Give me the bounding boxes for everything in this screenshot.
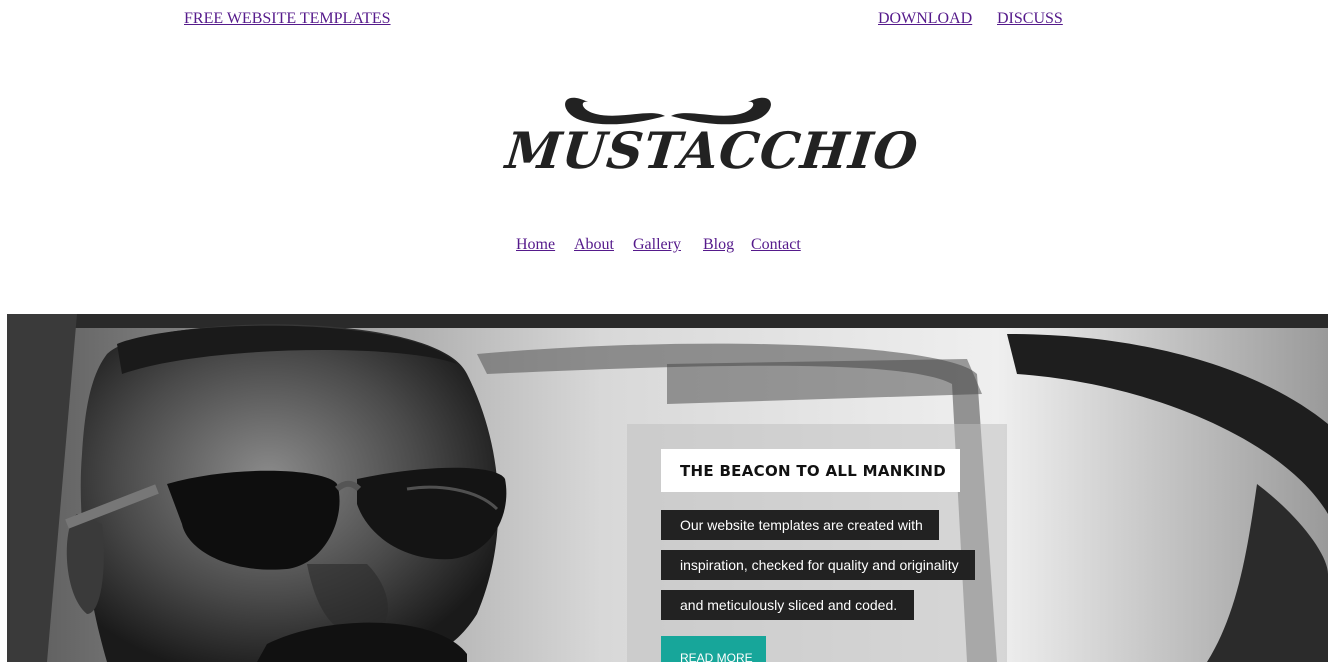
nav-item-home[interactable]: Home xyxy=(516,236,555,254)
free-website-templates-link[interactable]: FREE WEBSITE TEMPLATES xyxy=(184,10,391,28)
nav-item-contact[interactable]: Contact xyxy=(751,236,801,254)
logo-wordmark: MUSTACCHIO xyxy=(502,121,922,180)
nav-item-gallery[interactable]: Gallery xyxy=(633,236,681,254)
hero-text-line: Our website templates are created with xyxy=(661,510,939,540)
page: FREE WEBSITE TEMPLATES DOWNLOAD DISCUSS … xyxy=(0,0,1336,662)
hero-text-line: and meticulously sliced and coded. xyxy=(661,590,914,620)
discuss-link[interactable]: DISCUSS xyxy=(997,10,1063,28)
nav-item-blog[interactable]: Blog xyxy=(703,236,734,254)
site-logo[interactable]: MUSTACCHIO xyxy=(500,90,921,190)
read-more-button[interactable]: READ MORE xyxy=(661,636,766,662)
nav-item-about[interactable]: About xyxy=(574,236,614,254)
hero-text-line: inspiration, checked for quality and ori… xyxy=(661,550,975,580)
hero-title: THE BEACON TO ALL MANKIND xyxy=(661,449,960,492)
main-nav: Home About Gallery Blog Contact xyxy=(0,236,1336,256)
download-link[interactable]: DOWNLOAD xyxy=(878,10,972,28)
